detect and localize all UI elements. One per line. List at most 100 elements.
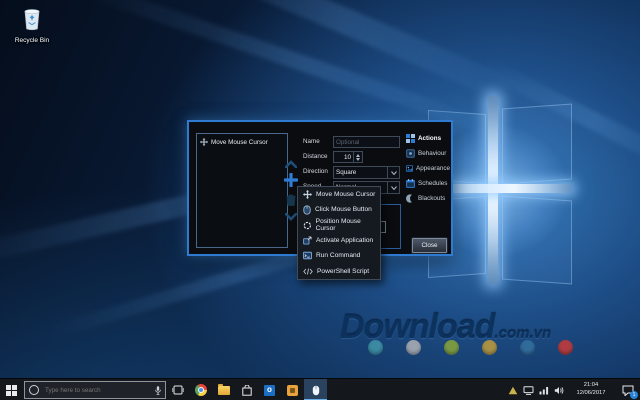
- notification-badge: 1: [630, 391, 638, 399]
- clock-date: 12/06/2017: [569, 390, 613, 398]
- move-cursor-icon: [303, 190, 312, 199]
- taskbar-clock[interactable]: 21:04 12/06/2017: [569, 382, 613, 397]
- taskbar: o 21: [0, 378, 640, 400]
- menu-item-label: Click Mouse Button: [315, 206, 372, 213]
- outlook-taskbar-icon[interactable]: o: [258, 379, 281, 400]
- notes-taskbar-icon[interactable]: [281, 379, 304, 400]
- move-cursor-icon: [200, 138, 208, 146]
- stepper-arrows[interactable]: [353, 152, 362, 162]
- recycle-bin-desktop-icon[interactable]: Recycle Bin: [8, 5, 56, 44]
- menu-item-click-mouse-button[interactable]: Click Mouse Button: [298, 202, 380, 217]
- windows-start-icon: [6, 385, 17, 396]
- watermark-dot: [406, 340, 421, 355]
- menu-item-position-mouse-cursor[interactable]: Position Mouse Cursor: [298, 218, 380, 233]
- menu-item-label: Run Command: [316, 252, 360, 259]
- file-explorer-taskbar-icon[interactable]: [212, 379, 235, 400]
- menu-item-powershell-script[interactable]: PowerShell Script: [298, 264, 380, 279]
- action-center-button[interactable]: 1: [618, 379, 638, 400]
- code-script-icon: [303, 267, 313, 276]
- add-action-menu: Move Mouse Cursor Click Mouse Button Pos…: [297, 186, 381, 280]
- action-order-buttons: [283, 158, 298, 221]
- watermark-dot: [520, 340, 535, 355]
- move-mouse-taskbar-icon[interactable]: [304, 379, 327, 400]
- menu-item-move-mouse-cursor[interactable]: Move Mouse Cursor: [298, 187, 380, 202]
- mouse-icon: [303, 205, 311, 215]
- behaviour-icon: [406, 149, 415, 158]
- menu-item-label: Position Mouse Cursor: [316, 218, 380, 232]
- sidebar-item-behaviour[interactable]: Behaviour: [406, 146, 450, 161]
- display-tray-icon[interactable]: [523, 386, 534, 395]
- chevron-down-icon: [285, 213, 297, 221]
- network-signal-tray-icon[interactable]: [539, 386, 549, 395]
- distance-stepper[interactable]: 10: [333, 151, 363, 163]
- distance-label: Distance: [303, 153, 328, 160]
- list-item-label: Move Mouse Cursor: [211, 139, 268, 146]
- sidebar-item-appearance[interactable]: Appearance: [406, 161, 450, 176]
- close-button[interactable]: Close: [412, 238, 447, 253]
- chrome-taskbar-icon[interactable]: [189, 379, 212, 400]
- store-taskbar-icon[interactable]: [235, 379, 258, 400]
- outlook-icon: o: [264, 385, 275, 396]
- command-prompt-icon: [303, 251, 312, 260]
- watermark-dot: [444, 340, 459, 355]
- move-mouse-app-icon: [312, 385, 320, 396]
- task-view-button[interactable]: [166, 379, 189, 400]
- windows-logo-pane: [502, 196, 572, 285]
- sidebar-nav: Actions Behaviour Appearance: [406, 131, 450, 206]
- task-view-icon: [172, 385, 184, 395]
- watermark-dot: [482, 340, 497, 355]
- direction-label: Direction: [303, 168, 328, 175]
- volume-tray-icon[interactable]: [554, 386, 564, 395]
- recycle-bin-icon: [19, 5, 45, 31]
- sidebar-item-actions[interactable]: Actions: [406, 131, 473, 146]
- menu-item-activate-application[interactable]: Activate Application: [298, 233, 380, 248]
- search-input[interactable]: [43, 386, 151, 395]
- chevron-down-icon: [387, 182, 399, 193]
- moon-icon: [406, 194, 415, 203]
- chevron-up-icon: [285, 160, 297, 168]
- appearance-icon: [406, 164, 413, 173]
- add-action-button[interactable]: [283, 173, 298, 187]
- stepper-up-icon[interactable]: [356, 154, 360, 157]
- menu-item-run-command[interactable]: Run Command: [298, 248, 380, 263]
- sidebar-item-blackouts[interactable]: Blackouts: [406, 191, 450, 206]
- trash-icon: [286, 194, 296, 206]
- sidebar-item-label: Actions: [418, 135, 441, 142]
- sidebar-item-label: Behaviour: [418, 150, 446, 157]
- plus-icon: [284, 173, 298, 187]
- microphone-icon[interactable]: [155, 386, 161, 395]
- name-input[interactable]: [333, 136, 400, 148]
- menu-item-label: Activate Application: [316, 237, 373, 244]
- activate-window-icon: [303, 236, 312, 245]
- recycle-bin-label: Recycle Bin: [8, 37, 56, 44]
- stepper-down-icon[interactable]: [356, 158, 360, 161]
- sidebar-item-schedules[interactable]: Schedules: [406, 176, 450, 191]
- chrome-icon: [195, 384, 207, 396]
- watermark-dot: [558, 340, 573, 355]
- store-bag-icon: [242, 385, 252, 396]
- sidebar-item-label: Schedules: [418, 180, 447, 187]
- direction-value: Square: [334, 169, 387, 176]
- close-button-label: Close: [421, 242, 437, 249]
- distance-value: 10: [334, 152, 353, 162]
- start-button[interactable]: [0, 379, 23, 400]
- name-label: Name: [303, 138, 320, 145]
- taskbar-search[interactable]: [24, 381, 166, 399]
- direction-select[interactable]: Square: [333, 166, 400, 179]
- move-down-button[interactable]: [283, 213, 298, 221]
- orange-app-icon: [287, 385, 298, 396]
- actions-icon: [406, 134, 415, 143]
- list-item-move-mouse-cursor[interactable]: Move Mouse Cursor: [197, 134, 287, 150]
- drive-sync-tray-icon[interactable]: [508, 386, 518, 395]
- sidebar-item-label: Appearance: [416, 165, 450, 172]
- folder-icon: [218, 386, 230, 395]
- actions-list[interactable]: Move Mouse Cursor: [196, 133, 288, 248]
- sidebar-item-label: Blackouts: [418, 195, 445, 202]
- watermark-dots: [368, 340, 573, 355]
- cortana-icon: [29, 385, 39, 395]
- menu-item-label: Move Mouse Cursor: [316, 191, 375, 198]
- delete-action-button[interactable]: [283, 194, 298, 206]
- schedules-icon: [406, 179, 415, 188]
- system-tray: 21:04 12/06/2017 1: [508, 379, 640, 400]
- move-up-button[interactable]: [283, 160, 298, 168]
